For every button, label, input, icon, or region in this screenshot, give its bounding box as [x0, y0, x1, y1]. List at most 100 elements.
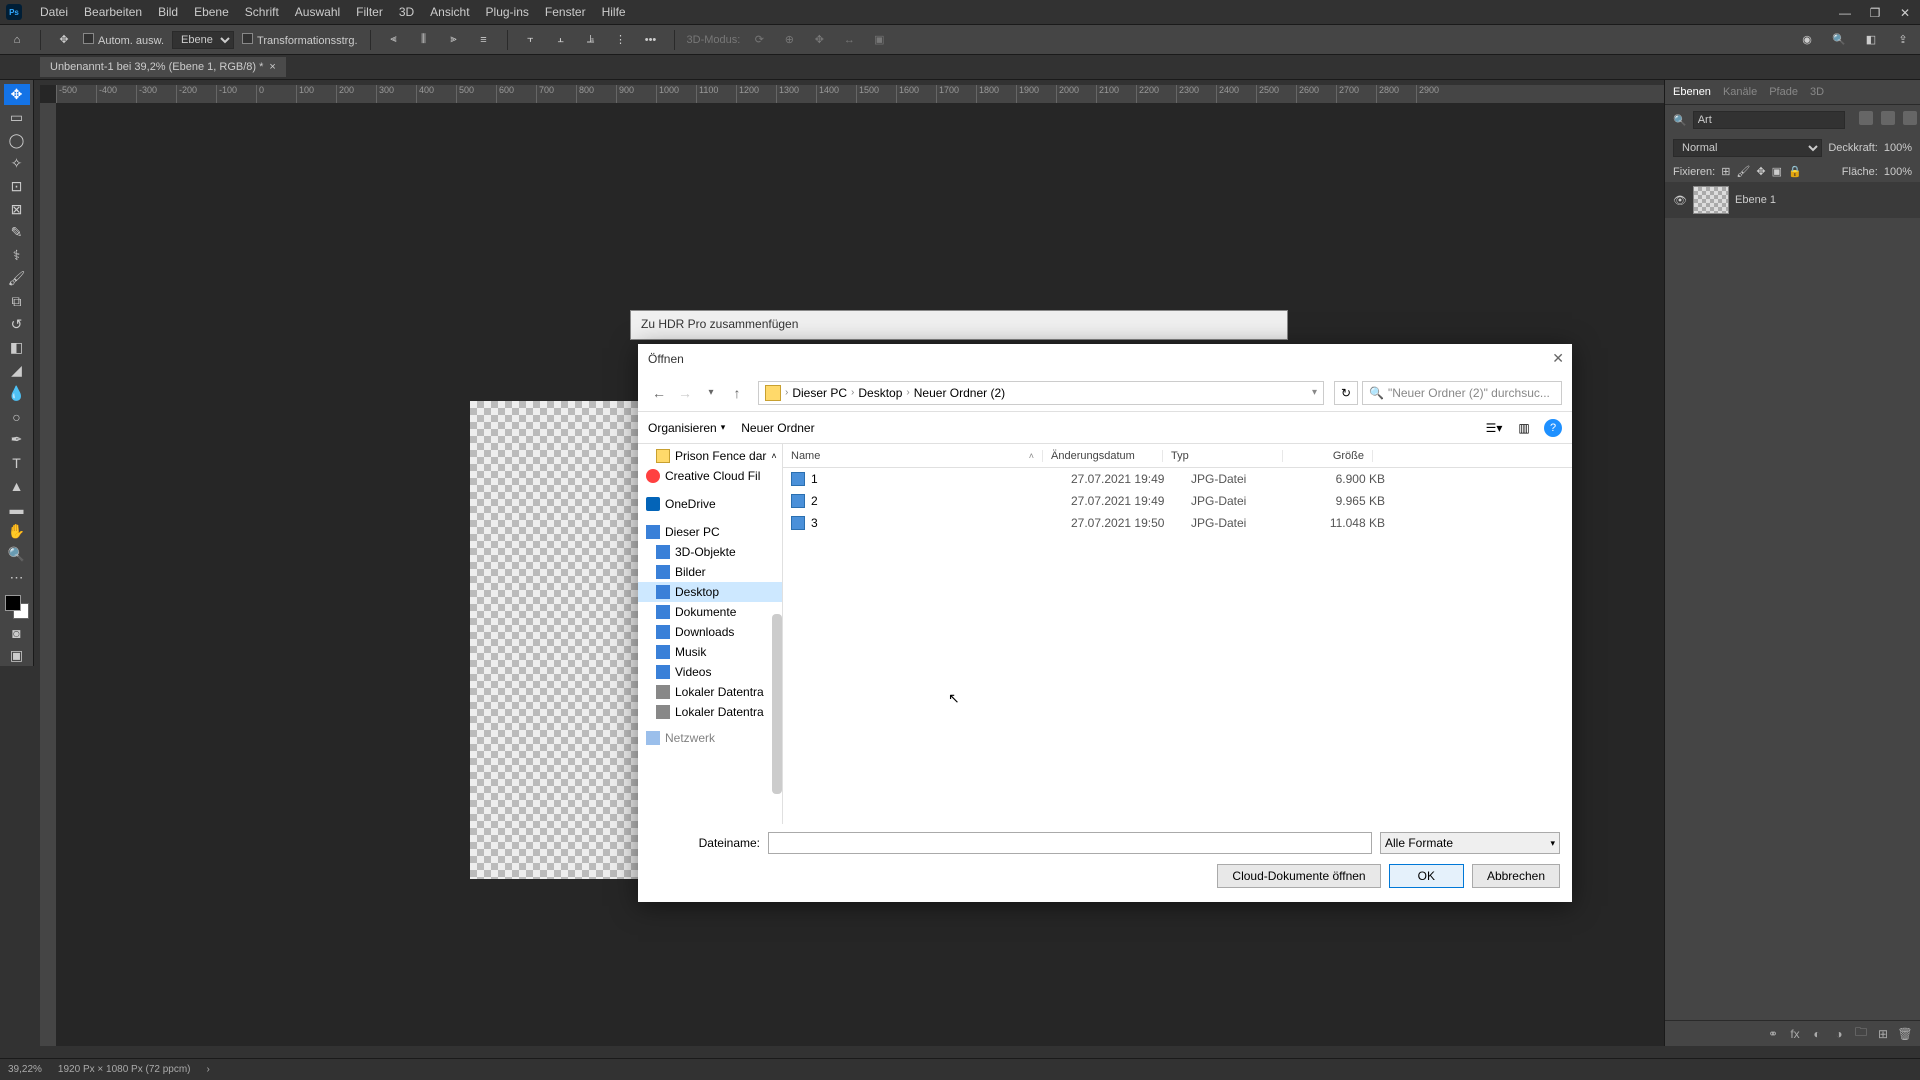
column-size[interactable]: Größe — [1283, 450, 1373, 462]
nav-up-icon[interactable]: ↑ — [726, 385, 748, 401]
healing-brush-tool-icon[interactable]: ⚕ — [4, 245, 30, 266]
color-swatch[interactable] — [4, 594, 30, 620]
view-options-icon[interactable]: ☰▾ — [1484, 418, 1504, 438]
info-chevron-icon[interactable]: › — [207, 1064, 210, 1075]
tree-item-selected[interactable]: Desktop — [638, 582, 782, 602]
breadcrumb-segment[interactable]: Desktop — [858, 386, 902, 400]
blend-mode-select[interactable]: Normal — [1673, 139, 1822, 157]
menu-image[interactable]: Bild — [150, 5, 186, 19]
home-icon[interactable]: ⌂ — [6, 29, 28, 51]
document-canvas[interactable] — [470, 401, 650, 879]
layer-thumbnail[interactable] — [1693, 186, 1729, 214]
marquee-tool-icon[interactable]: ▭ — [4, 107, 30, 128]
menu-help[interactable]: Hilfe — [594, 5, 634, 19]
menu-type[interactable]: Schrift — [237, 5, 287, 19]
layer-visibility-icon[interactable]: 👁 — [1673, 194, 1687, 207]
filter-type-icon[interactable] — [1903, 111, 1917, 125]
pen-tool-icon[interactable]: ✒ — [4, 429, 30, 450]
align-right-icon[interactable]: ⫸ — [443, 29, 465, 51]
tree-scrollbar[interactable] — [772, 614, 782, 794]
nav-recent-icon[interactable]: ▾ — [700, 387, 722, 398]
move-tool-icon[interactable]: ✥ — [4, 84, 30, 105]
lock-image-icon[interactable]: 🖌 — [1736, 165, 1750, 178]
eyedropper-tool-icon[interactable]: ✎ — [4, 222, 30, 243]
document-tab[interactable]: Unbenannt-1 bei 39,2% (Ebene 1, RGB/8) *… — [40, 57, 286, 77]
tree-item[interactable]: OneDrive — [638, 494, 782, 514]
tree-item[interactable]: Netzwerk — [638, 728, 782, 748]
lasso-tool-icon[interactable]: ◯ — [4, 130, 30, 151]
refresh-button[interactable]: ↻ — [1334, 381, 1358, 405]
more-options-icon[interactable]: ••• — [640, 29, 662, 51]
clone-stamp-tool-icon[interactable]: ⧉ — [4, 291, 30, 312]
menu-filter[interactable]: Filter — [348, 5, 391, 19]
foreground-color-swatch[interactable] — [5, 595, 21, 611]
layer-name[interactable]: Ebene 1 — [1735, 194, 1776, 206]
workspace-icon[interactable]: ◧ — [1860, 29, 1882, 51]
window-minimize-icon[interactable]: — — [1830, 0, 1860, 25]
tree-item[interactable]: Prison Fence dar˄ — [638, 446, 782, 466]
cancel-button[interactable]: Abbrechen — [1472, 864, 1560, 888]
move-tool-icon[interactable]: ✥ — [53, 29, 75, 51]
menu-file[interactable]: Datei — [32, 5, 76, 19]
cloud-docs-icon[interactable]: ◉ — [1796, 29, 1818, 51]
dodge-tool-icon[interactable]: ○ — [4, 406, 30, 427]
align-left-icon[interactable]: ⫷ — [383, 29, 405, 51]
align-bottom-icon[interactable]: ⫡ — [580, 29, 602, 51]
eraser-tool-icon[interactable]: ◧ — [4, 337, 30, 358]
search-input[interactable]: 🔍 "Neuer Ordner (2)" durchsuc... — [1362, 381, 1562, 405]
distribute-v-icon[interactable]: ⋮ — [610, 29, 632, 51]
column-name[interactable]: Name˄ — [783, 450, 1043, 462]
zoom-tool-icon[interactable]: 🔍 — [4, 544, 30, 565]
zoom-level[interactable]: 39,22% — [8, 1064, 42, 1075]
breadcrumb-dropdown-icon[interactable]: ▾ — [1312, 387, 1317, 398]
tree-item[interactable]: Videos — [638, 662, 782, 682]
tree-item[interactable]: Dokumente — [638, 602, 782, 622]
filename-input[interactable] — [768, 832, 1372, 854]
tree-item[interactable]: Downloads — [638, 622, 782, 642]
magic-wand-tool-icon[interactable]: ✧ — [4, 153, 30, 174]
breadcrumb[interactable]: › Dieser PC › Desktop › Neuer Ordner (2)… — [758, 381, 1324, 405]
type-tool-icon[interactable]: T — [4, 452, 30, 473]
menu-3d[interactable]: 3D — [391, 5, 422, 19]
brush-tool-icon[interactable]: 🖌 — [4, 268, 30, 289]
adjustment-layer-icon[interactable]: ◑ — [1832, 1027, 1846, 1041]
menu-plugins[interactable]: Plug-ins — [478, 5, 537, 19]
distribute-h-icon[interactable]: ≡ — [473, 29, 495, 51]
auto-select-toggle[interactable]: Autom. ausw. — [83, 33, 164, 47]
tab-channels[interactable]: Kanäle — [1723, 86, 1757, 98]
menu-window[interactable]: Fenster — [537, 5, 594, 19]
lock-transparent-icon[interactable]: ⊞ — [1721, 165, 1730, 178]
quick-mask-icon[interactable]: ◙ — [4, 622, 30, 643]
file-row[interactable]: 3 27.07.2021 19:50 JPG-Datei 11.048 KB — [783, 512, 1572, 534]
tree-item[interactable]: Lokaler Datentra — [638, 682, 782, 702]
menu-view[interactable]: Ansicht — [422, 5, 477, 19]
organize-button[interactable]: Organisieren▾ — [648, 421, 725, 435]
layer-style-icon[interactable]: fx — [1788, 1027, 1802, 1041]
group-layers-icon[interactable]: 🗀 — [1854, 1027, 1868, 1041]
gradient-tool-icon[interactable]: ◢ — [4, 360, 30, 381]
tab-close-icon[interactable]: × — [269, 61, 275, 73]
menu-layer[interactable]: Ebene — [186, 5, 237, 19]
layer-mask-icon[interactable]: ◐ — [1810, 1027, 1824, 1041]
blur-tool-icon[interactable]: 💧 — [4, 383, 30, 404]
shape-tool-icon[interactable]: ▬ — [4, 498, 30, 519]
folder-tree[interactable]: Prison Fence dar˄ Creative Cloud Fil One… — [638, 444, 783, 824]
align-top-icon[interactable]: ⫟ — [520, 29, 542, 51]
path-select-tool-icon[interactable]: ▲ — [4, 475, 30, 496]
screen-mode-icon[interactable]: ▣ — [4, 645, 30, 666]
layer-row[interactable]: 👁 Ebene 1 — [1665, 182, 1920, 218]
tree-item[interactable]: Lokaler Datentra — [638, 702, 782, 722]
tree-item[interactable]: 3D-Objekte — [638, 542, 782, 562]
new-layer-icon[interactable]: ⊞ — [1876, 1027, 1890, 1041]
fill-value[interactable]: 100% — [1884, 166, 1912, 178]
tree-item[interactable]: Dieser PC — [638, 522, 782, 542]
cloud-documents-button[interactable]: Cloud-Dokumente öffnen — [1217, 864, 1380, 888]
layer-group-select[interactable]: Ebene — [172, 31, 234, 49]
filter-adjust-icon[interactable] — [1881, 111, 1895, 125]
lock-artboard-icon[interactable]: ▣ — [1772, 165, 1782, 178]
tab-3d[interactable]: 3D — [1810, 86, 1824, 98]
file-format-select[interactable]: Alle Formate▾ — [1380, 832, 1560, 854]
hand-tool-icon[interactable]: ✋ — [4, 521, 30, 542]
tab-paths[interactable]: Pfade — [1769, 86, 1798, 98]
new-folder-button[interactable]: Neuer Ordner — [741, 421, 814, 435]
